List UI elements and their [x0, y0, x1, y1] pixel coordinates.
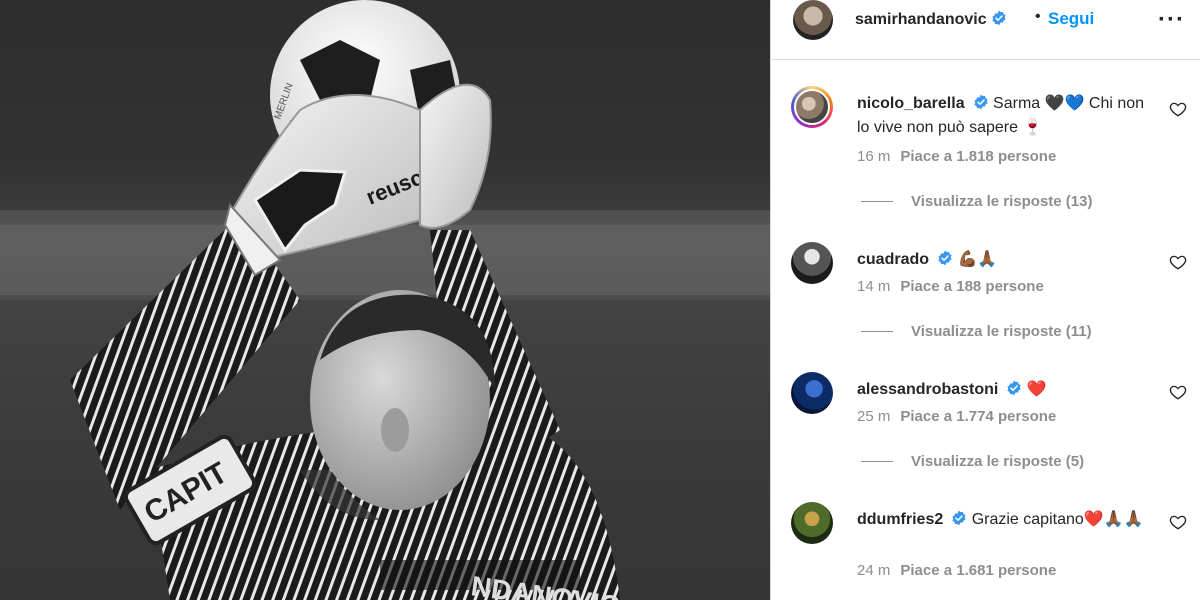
comment-time[interactable]: 25 m [857, 408, 890, 425]
separator-dot: • [1035, 8, 1041, 25]
comment-username[interactable]: ddumfries2 [857, 511, 943, 528]
comment-meta: 16 m Piace a 1.818 persone [857, 148, 1056, 165]
replies-divider [861, 331, 893, 332]
commenter-avatar[interactable] [791, 86, 833, 128]
verified-badge-icon [952, 510, 966, 526]
comment-likes[interactable]: Piace a 1.681 persone [900, 562, 1056, 579]
comment-username[interactable]: alessandrobastoni [857, 381, 998, 398]
view-replies-label: Visualizza le risposte (5) [911, 453, 1085, 470]
comment-likes[interactable]: Piace a 1.774 persone [900, 408, 1056, 425]
comment-time[interactable]: 24 m [857, 562, 890, 579]
comment-body: Grazie capitano❤️🙏🏾🙏🏾 [971, 511, 1144, 528]
like-heart-icon[interactable] [1169, 100, 1187, 118]
commenter-avatar[interactable] [791, 372, 833, 414]
post-header: samirhandanovic • Segui ··· [771, 0, 1200, 60]
comment-text-block: cuadrado 💪🏾🙏🏾 [857, 248, 1157, 272]
goalkeeper-illustration: CAPIT MERLIN reusch NDANOVIC [0, 0, 770, 600]
post-photo: CAPIT MERLIN reusch NDANOVIC [0, 0, 770, 600]
story-ring-avatar-photo [794, 89, 830, 125]
verified-badge-icon [1007, 380, 1021, 396]
replies-divider [861, 461, 893, 462]
author-username[interactable]: samirhandanovic [855, 10, 1007, 29]
verified-badge-icon [992, 10, 1006, 26]
commenter-avatar[interactable] [791, 502, 833, 544]
comment-body: 💪🏾🙏🏾 [957, 251, 998, 268]
view-replies-label: Visualizza le risposte (13) [911, 193, 1093, 210]
comment-time[interactable]: 16 m [857, 148, 890, 165]
comment-text-block: nicolo_barella Sarma 🖤💙 Chi non lo vive … [857, 92, 1157, 140]
comment-likes[interactable]: Piace a 1.818 persone [900, 148, 1056, 165]
comment-username[interactable]: cuadrado [857, 251, 929, 268]
view-replies-button[interactable]: Visualizza le risposte (11) [861, 323, 1092, 340]
verified-badge-icon [938, 250, 952, 266]
comment-likes[interactable]: Piace a 188 persone [900, 278, 1043, 295]
commenter-avatar[interactable] [791, 242, 833, 284]
comment-time[interactable]: 14 m [857, 278, 890, 295]
follow-button[interactable]: Segui [1048, 9, 1094, 29]
replies-divider [861, 201, 893, 202]
author-username-text[interactable]: samirhandanovic [855, 11, 987, 28]
comments-panel: samirhandanovic • Segui ··· nicolo_barel… [770, 0, 1200, 600]
comment-body: ❤️ [1026, 381, 1047, 398]
like-heart-icon[interactable] [1169, 513, 1187, 531]
comment-meta: 24 m Piace a 1.681 persone [857, 562, 1056, 579]
like-heart-icon[interactable] [1169, 253, 1187, 271]
like-heart-icon[interactable] [1169, 383, 1187, 401]
author-avatar[interactable] [793, 0, 833, 40]
comment-text-block: ddumfries2 Grazie capitano❤️🙏🏾🙏🏾 [857, 508, 1157, 532]
view-replies-label: Visualizza le risposte (11) [911, 323, 1092, 340]
verified-badge-icon [973, 94, 988, 110]
view-replies-button[interactable]: Visualizza le risposte (13) [861, 193, 1092, 210]
comment-text-block: alessandrobastoni ❤️ [857, 378, 1157, 402]
view-replies-button[interactable]: Visualizza le risposte (5) [861, 453, 1084, 470]
more-options-icon[interactable]: ··· [1158, 6, 1185, 34]
comment-meta: 25 m Piace a 1.774 persone [857, 408, 1056, 425]
comment-username[interactable]: nicolo_barella [857, 95, 965, 112]
comment-meta: 14 m Piace a 188 persone [857, 278, 1044, 295]
